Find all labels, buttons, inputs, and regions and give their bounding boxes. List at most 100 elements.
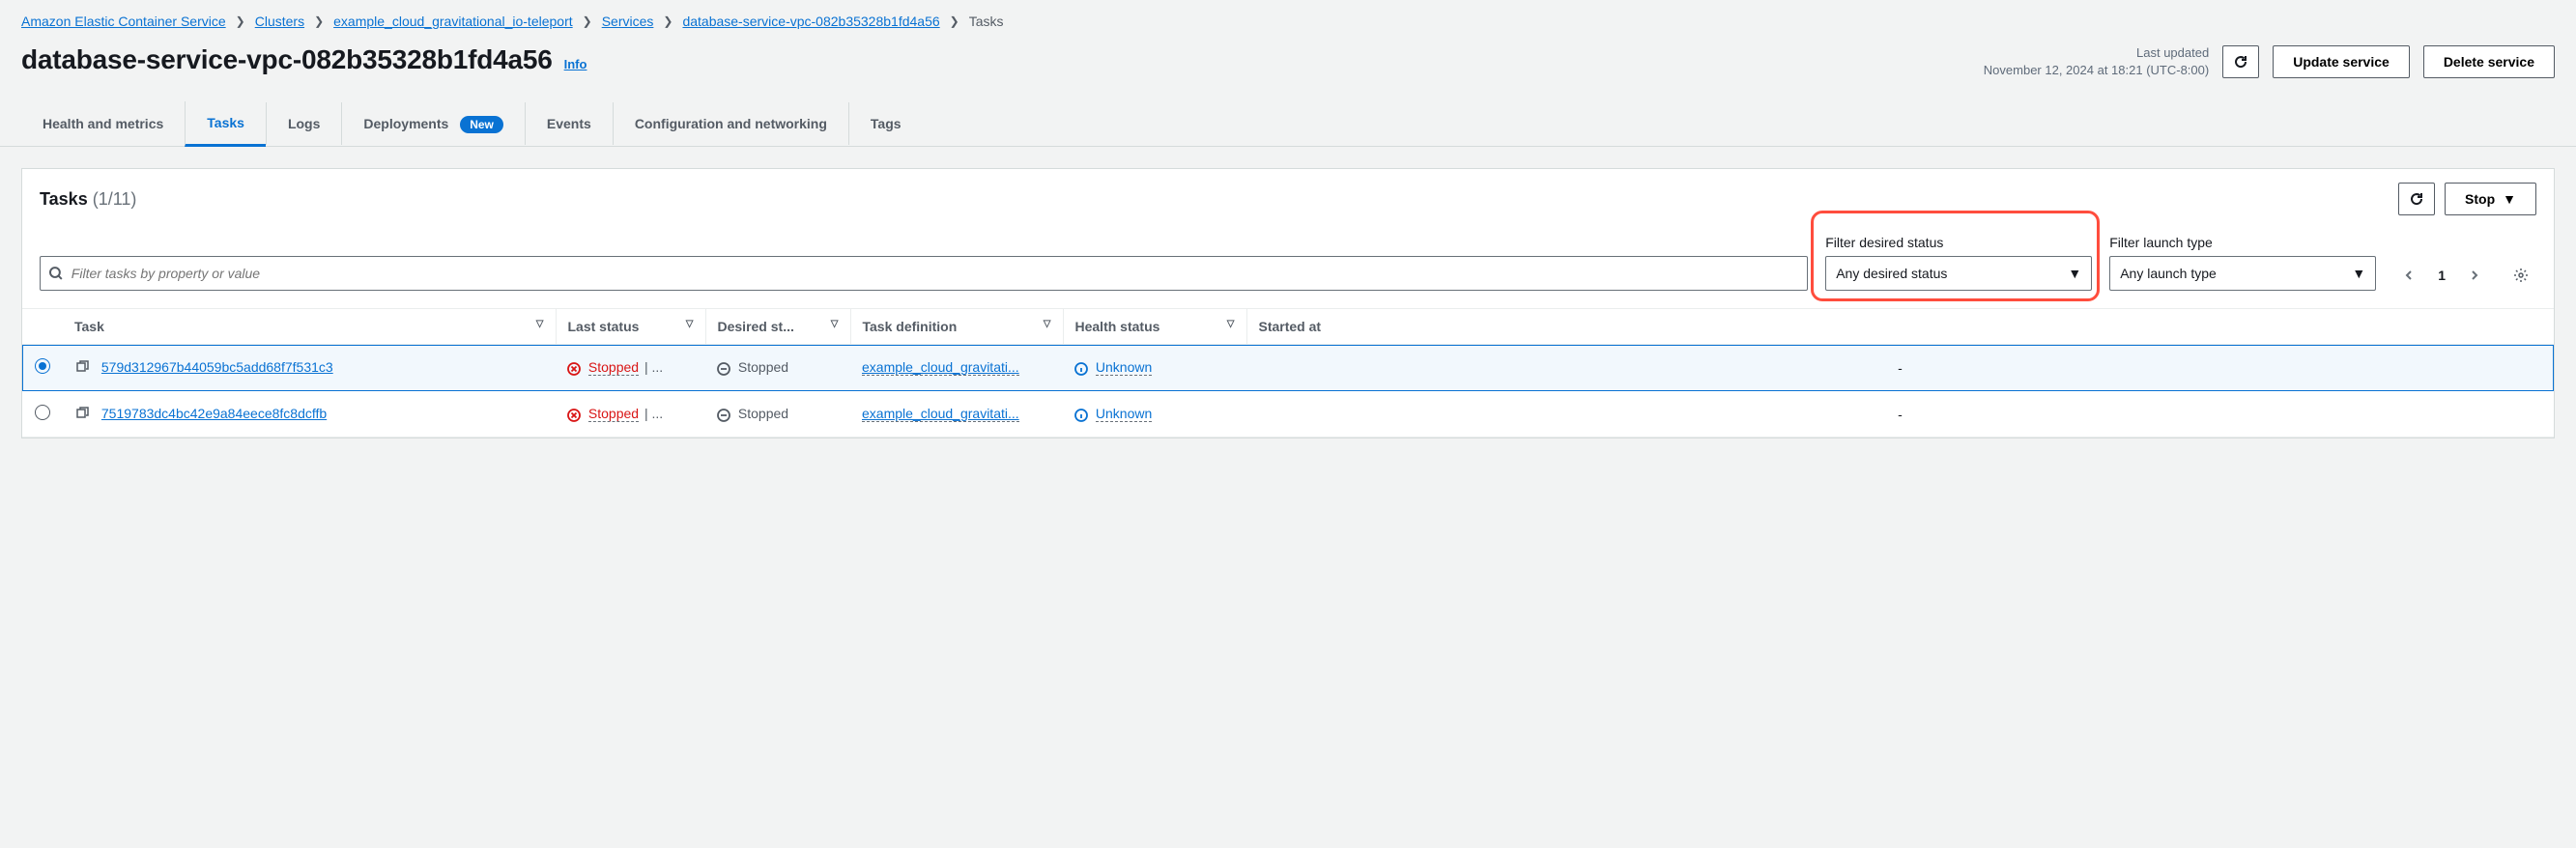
health-status-value: Unknown xyxy=(1096,359,1152,376)
filter-launch-type-value: Any launch type xyxy=(2120,266,2217,281)
caret-down-icon: ▼ xyxy=(2068,266,2081,281)
desired-status-value: Stopped xyxy=(738,406,788,421)
copy-icon[interactable] xyxy=(74,359,94,375)
page-number: 1 xyxy=(2432,268,2451,283)
col-started-at[interactable]: Started at xyxy=(1259,319,1322,334)
last-status-extra: | ... xyxy=(644,406,663,421)
tasks-count: (1/11) xyxy=(93,189,137,209)
task-definition-link[interactable]: example_cloud_gravitati... xyxy=(862,406,1019,422)
col-task-definition[interactable]: Task definition xyxy=(863,319,958,334)
chevron-right-icon: ❯ xyxy=(950,14,959,28)
desired-status-value: Stopped xyxy=(738,359,788,375)
task-id-link[interactable]: 7519783dc4bc42e9a84eece8fc8dcffb xyxy=(101,406,327,421)
info-link[interactable]: Info xyxy=(564,57,587,71)
last-status-value: Stopped xyxy=(588,406,639,422)
error-circle-icon xyxy=(567,362,581,376)
filter-launch-type-select[interactable]: Any launch type ▼ xyxy=(2109,256,2376,291)
breadcrumb-link[interactable]: example_cloud_gravitational_io-teleport xyxy=(333,14,573,29)
breadcrumb: Amazon Elastic Container Service ❯ Clust… xyxy=(0,0,2576,37)
tab-bar: Health and metrics Tasks Logs Deployment… xyxy=(0,101,2576,147)
search-icon xyxy=(48,266,64,281)
task-id-link[interactable]: 579d312967b44059bc5add68f7f531c3 xyxy=(101,359,333,375)
breadcrumb-link[interactable]: Amazon Elastic Container Service xyxy=(21,14,226,29)
search-input[interactable] xyxy=(72,266,1799,281)
chevron-right-icon: ❯ xyxy=(236,14,245,28)
caret-down-icon: ▼ xyxy=(2352,266,2365,281)
tab-config-networking[interactable]: Configuration and networking xyxy=(613,102,848,145)
sort-icon[interactable]: ▽ xyxy=(1044,319,1051,329)
tasks-panel-header: Tasks (1/11) Stop ▼ xyxy=(22,169,2554,229)
search-input-wrapper[interactable] xyxy=(40,256,1808,291)
delete-service-button[interactable]: Delete service xyxy=(2423,45,2555,78)
sort-icon[interactable]: ▽ xyxy=(831,319,839,329)
refresh-icon xyxy=(2233,54,2248,70)
sort-icon[interactable]: ▽ xyxy=(536,319,544,329)
breadcrumb-current: Tasks xyxy=(969,14,1004,29)
filter-launch-type-label: Filter launch type xyxy=(2109,235,2376,250)
last-updated-label: Last updated xyxy=(1984,44,2209,62)
last-status-extra: | ... xyxy=(644,359,663,375)
task-definition-link[interactable]: example_cloud_gravitati... xyxy=(862,359,1019,376)
table-row[interactable]: 579d312967b44059bc5add68f7f531c3 Stopped… xyxy=(22,345,2554,391)
page-header: database-service-vpc-082b35328b1fd4a56 I… xyxy=(0,37,2576,101)
health-status-value: Unknown xyxy=(1096,406,1152,422)
tab-events[interactable]: Events xyxy=(525,102,613,145)
tab-tags[interactable]: Tags xyxy=(848,102,923,145)
breadcrumb-link[interactable]: Clusters xyxy=(255,14,304,29)
page-title: database-service-vpc-082b35328b1fd4a56 xyxy=(21,44,553,75)
refresh-icon xyxy=(2409,191,2424,207)
breadcrumb-link[interactable]: database-service-vpc-082b35328b1fd4a56 xyxy=(682,14,939,29)
info-circle-icon xyxy=(1074,409,1088,422)
tab-health-metrics[interactable]: Health and metrics xyxy=(21,102,185,145)
paginator: 1 xyxy=(2393,260,2536,291)
page-next-button[interactable] xyxy=(2459,260,2490,291)
copy-icon[interactable] xyxy=(74,406,94,421)
filters-row: Filter desired status Any desired status… xyxy=(22,229,2554,308)
tab-deployments-label: Deployments xyxy=(363,116,448,131)
breadcrumb-link[interactable]: Services xyxy=(602,14,654,29)
chevron-right-icon: ❯ xyxy=(314,14,324,28)
filter-launch-type: Filter launch type Any launch type ▼ xyxy=(2109,235,2376,291)
tasks-heading: Tasks xyxy=(40,189,88,209)
new-badge: New xyxy=(460,116,503,133)
page-prev-button[interactable] xyxy=(2393,260,2424,291)
settings-button[interactable] xyxy=(2505,260,2536,291)
col-health-status[interactable]: Health status xyxy=(1075,319,1160,334)
sort-icon[interactable]: ▽ xyxy=(686,319,694,329)
panel-refresh-button[interactable] xyxy=(2398,183,2435,215)
started-at-value: - xyxy=(1246,345,2554,391)
col-desired-status[interactable]: Desired st... xyxy=(718,319,794,334)
started-at-value: - xyxy=(1246,391,2554,438)
gear-icon xyxy=(2513,268,2529,283)
last-updated: Last updated November 12, 2024 at 18:21 … xyxy=(1984,44,2209,78)
filter-desired-status-value: Any desired status xyxy=(1836,266,1947,281)
stop-button-label: Stop xyxy=(2465,191,2495,207)
row-radio[interactable] xyxy=(35,358,50,374)
stop-button[interactable]: Stop ▼ xyxy=(2445,183,2536,215)
filter-desired-status: Filter desired status Any desired status… xyxy=(1825,235,2092,291)
stopped-circle-icon xyxy=(717,362,730,376)
chevron-right-icon: ❯ xyxy=(583,14,592,28)
stopped-circle-icon xyxy=(717,409,730,422)
tab-deployments[interactable]: Deployments New xyxy=(341,102,525,145)
chevron-right-icon: ❯ xyxy=(663,14,673,28)
chevron-left-icon xyxy=(2403,269,2415,281)
last-updated-value: November 12, 2024 at 18:21 (UTC-8:00) xyxy=(1984,62,2209,79)
tab-logs[interactable]: Logs xyxy=(266,102,341,145)
sort-icon[interactable]: ▽ xyxy=(1227,319,1235,329)
col-task[interactable]: Task xyxy=(74,319,104,334)
table-row[interactable]: 7519783dc4bc42e9a84eece8fc8dcffb Stopped… xyxy=(22,391,2554,438)
info-circle-icon xyxy=(1074,362,1088,376)
error-circle-icon xyxy=(567,409,581,422)
tasks-panel: Tasks (1/11) Stop ▼ Filter desired statu… xyxy=(21,168,2555,438)
tasks-table: Task ▽ Last status ▽ Desired st... ▽ Tas… xyxy=(22,308,2554,438)
filter-desired-status-label: Filter desired status xyxy=(1825,235,2092,250)
row-radio[interactable] xyxy=(35,405,50,420)
refresh-button[interactable] xyxy=(2222,45,2259,78)
last-status-value: Stopped xyxy=(588,359,639,376)
col-last-status[interactable]: Last status xyxy=(568,319,640,334)
chevron-right-icon xyxy=(2469,269,2480,281)
filter-desired-status-select[interactable]: Any desired status ▼ xyxy=(1825,256,2092,291)
update-service-button[interactable]: Update service xyxy=(2273,45,2410,78)
tab-tasks[interactable]: Tasks xyxy=(185,101,266,147)
